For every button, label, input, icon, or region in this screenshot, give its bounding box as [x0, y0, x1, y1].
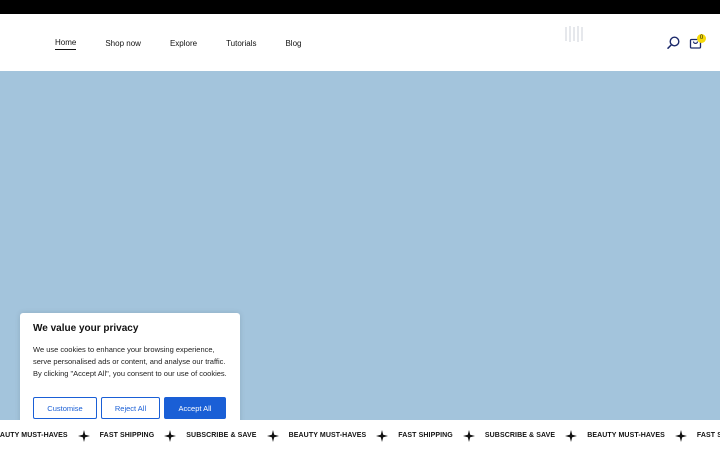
nav-item-home[interactable]: Home — [55, 38, 77, 50]
cookie-consent-dialog: We value your privacy We use cookies to … — [20, 313, 240, 430]
ticker-item: BEAUTY MUST-HAVES — [0, 431, 68, 439]
ticker-track: BEAUTY MUST-HAVES FAST SHIPPING SUBSCRIBE … — [0, 420, 720, 450]
search-icon[interactable] — [667, 36, 680, 49]
ticker-item: FAST SHIPPING — [99, 431, 155, 439]
nav-item-explore[interactable]: Explore — [170, 39, 197, 49]
ticker-item: FAST SHIPPING — [696, 431, 720, 439]
top-announcement-bar — [0, 0, 720, 14]
nav-item-shop-now[interactable]: Shop now — [105, 39, 141, 49]
ticker-item: SUBSCRIBE & SAVE — [484, 431, 556, 439]
site-header: Home Shop now Explore Tutorials Blog 0 — [0, 14, 720, 71]
sparkle-star-icon — [462, 429, 475, 442]
sparkle-star-icon — [164, 429, 177, 442]
ticker-item: BEAUTY MUST-HAVES — [288, 431, 367, 439]
sparkle-star-icon — [376, 429, 389, 442]
ticker-item: BEAUTY MUST-HAVES — [587, 431, 665, 439]
ticker-item: FAST SHIPPING — [398, 431, 453, 439]
reject-all-button[interactable]: Reject All — [101, 397, 160, 419]
ticker-item: SUBSCRIBE & SAVE — [186, 431, 257, 439]
nav-item-blog[interactable]: Blog — [285, 39, 301, 49]
cookie-dialog-title: We value your privacy — [33, 323, 139, 334]
sparkle-star-icon — [565, 429, 578, 442]
sparkle-star-icon — [674, 429, 687, 442]
marquee-ticker: BEAUTY MUST-HAVES FAST SHIPPING SUBSCRIBE … — [0, 420, 720, 450]
nav-item-tutorials[interactable]: Tutorials — [226, 39, 256, 49]
accept-all-button[interactable]: Accept All — [164, 397, 226, 419]
sparkle-star-icon — [77, 429, 90, 442]
cookie-dialog-body: We use cookies to enhance your browsing … — [33, 345, 227, 378]
customise-button[interactable]: Customise — [33, 397, 97, 419]
cookie-button-group: Customise Reject All Accept All — [33, 397, 230, 419]
main-navigation: Home Shop now Explore Tutorials Blog — [55, 38, 330, 50]
striped-logo-icon[interactable] — [565, 26, 583, 42]
sparkle-star-icon — [266, 429, 279, 442]
cart-count-badge: 0 — [697, 34, 706, 43]
